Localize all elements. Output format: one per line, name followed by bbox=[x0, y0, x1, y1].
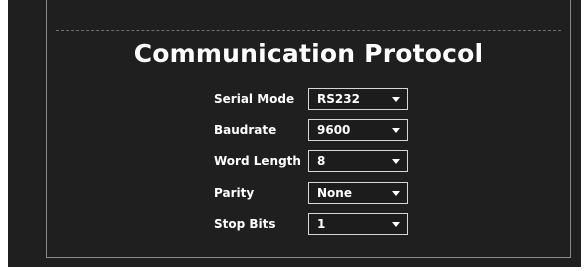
baudrate-value: 9600 bbox=[317, 123, 351, 137]
serial-mode-select[interactable]: RS232 bbox=[308, 88, 408, 110]
chevron-down-icon bbox=[392, 222, 400, 227]
parity-select[interactable]: None bbox=[308, 182, 408, 204]
stop-bits-select[interactable]: 1 bbox=[308, 213, 408, 235]
app-window: Communication Protocol Serial Mode RS232… bbox=[8, 0, 581, 267]
serial-mode-label: Serial Mode bbox=[214, 92, 295, 106]
baudrate-label: Baudrate bbox=[214, 123, 277, 137]
field-row-word-length: Word Length 8 bbox=[47, 150, 570, 175]
chevron-down-icon bbox=[392, 128, 400, 133]
dashed-divider bbox=[56, 30, 561, 31]
field-row-baudrate: Baudrate 9600 bbox=[47, 119, 570, 144]
parity-value: None bbox=[317, 186, 352, 200]
stop-bits-value: 1 bbox=[317, 217, 326, 231]
stop-bits-label: Stop Bits bbox=[214, 217, 276, 231]
word-length-label: Word Length bbox=[214, 154, 301, 168]
field-row-stop-bits: Stop Bits 1 bbox=[47, 213, 570, 238]
chevron-down-icon bbox=[392, 97, 400, 102]
serial-mode-value: RS232 bbox=[317, 92, 360, 106]
word-length-value: 8 bbox=[317, 154, 326, 168]
section-title: Communication Protocol bbox=[133, 39, 484, 68]
field-row-parity: Parity None bbox=[47, 182, 570, 207]
settings-panel: Communication Protocol Serial Mode RS232… bbox=[46, 0, 571, 258]
baudrate-select[interactable]: 9600 bbox=[308, 119, 408, 141]
field-row-serial-mode: Serial Mode RS232 bbox=[47, 88, 570, 113]
word-length-select[interactable]: 8 bbox=[308, 150, 408, 172]
parity-label: Parity bbox=[214, 186, 255, 200]
chevron-down-icon bbox=[392, 191, 400, 196]
chevron-down-icon bbox=[392, 159, 400, 164]
